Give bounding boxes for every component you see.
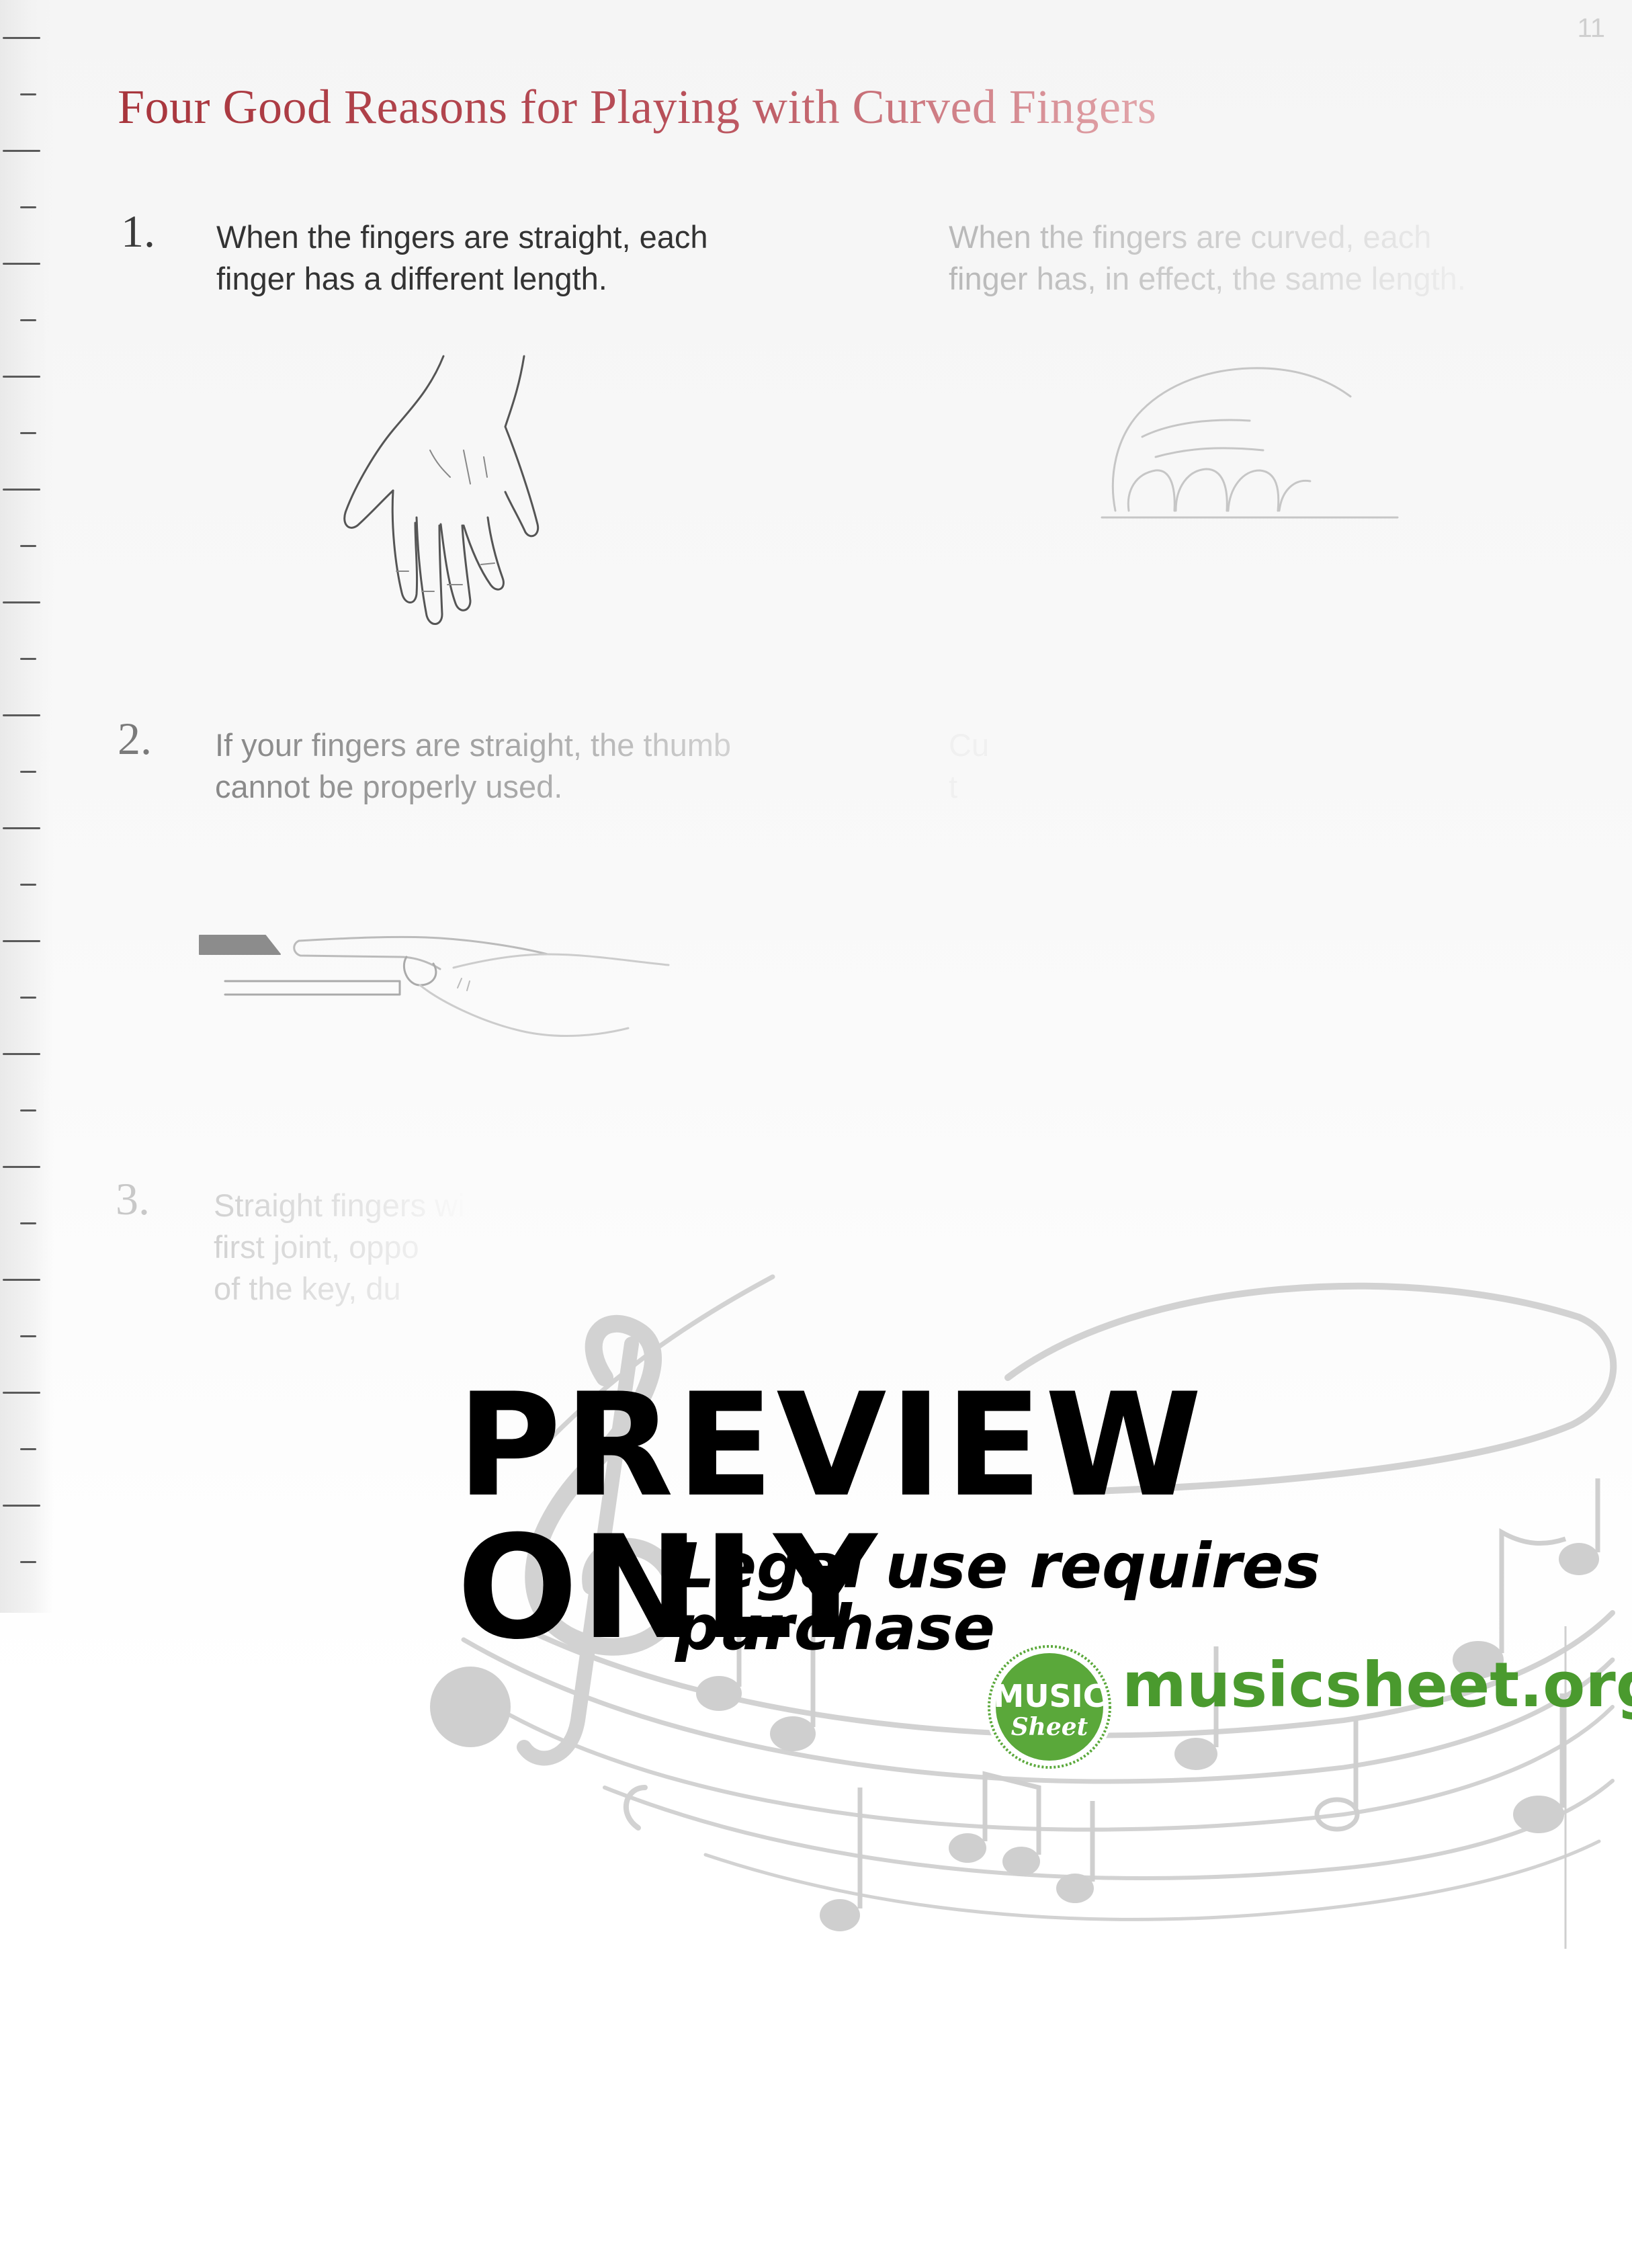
musicsheet-site-link[interactable]: musicsheet.org xyxy=(1122,1654,1632,1716)
svg-text:MUSIC: MUSIC xyxy=(993,1678,1105,1714)
musicsheet-logo: MUSIC Sheet xyxy=(982,1640,1117,1774)
music-notes-watermark xyxy=(430,1274,1617,1949)
legal-use-notice: Legal use requires purchase xyxy=(675,1530,1321,1664)
svg-text:Sheet: Sheet xyxy=(1011,1713,1088,1741)
